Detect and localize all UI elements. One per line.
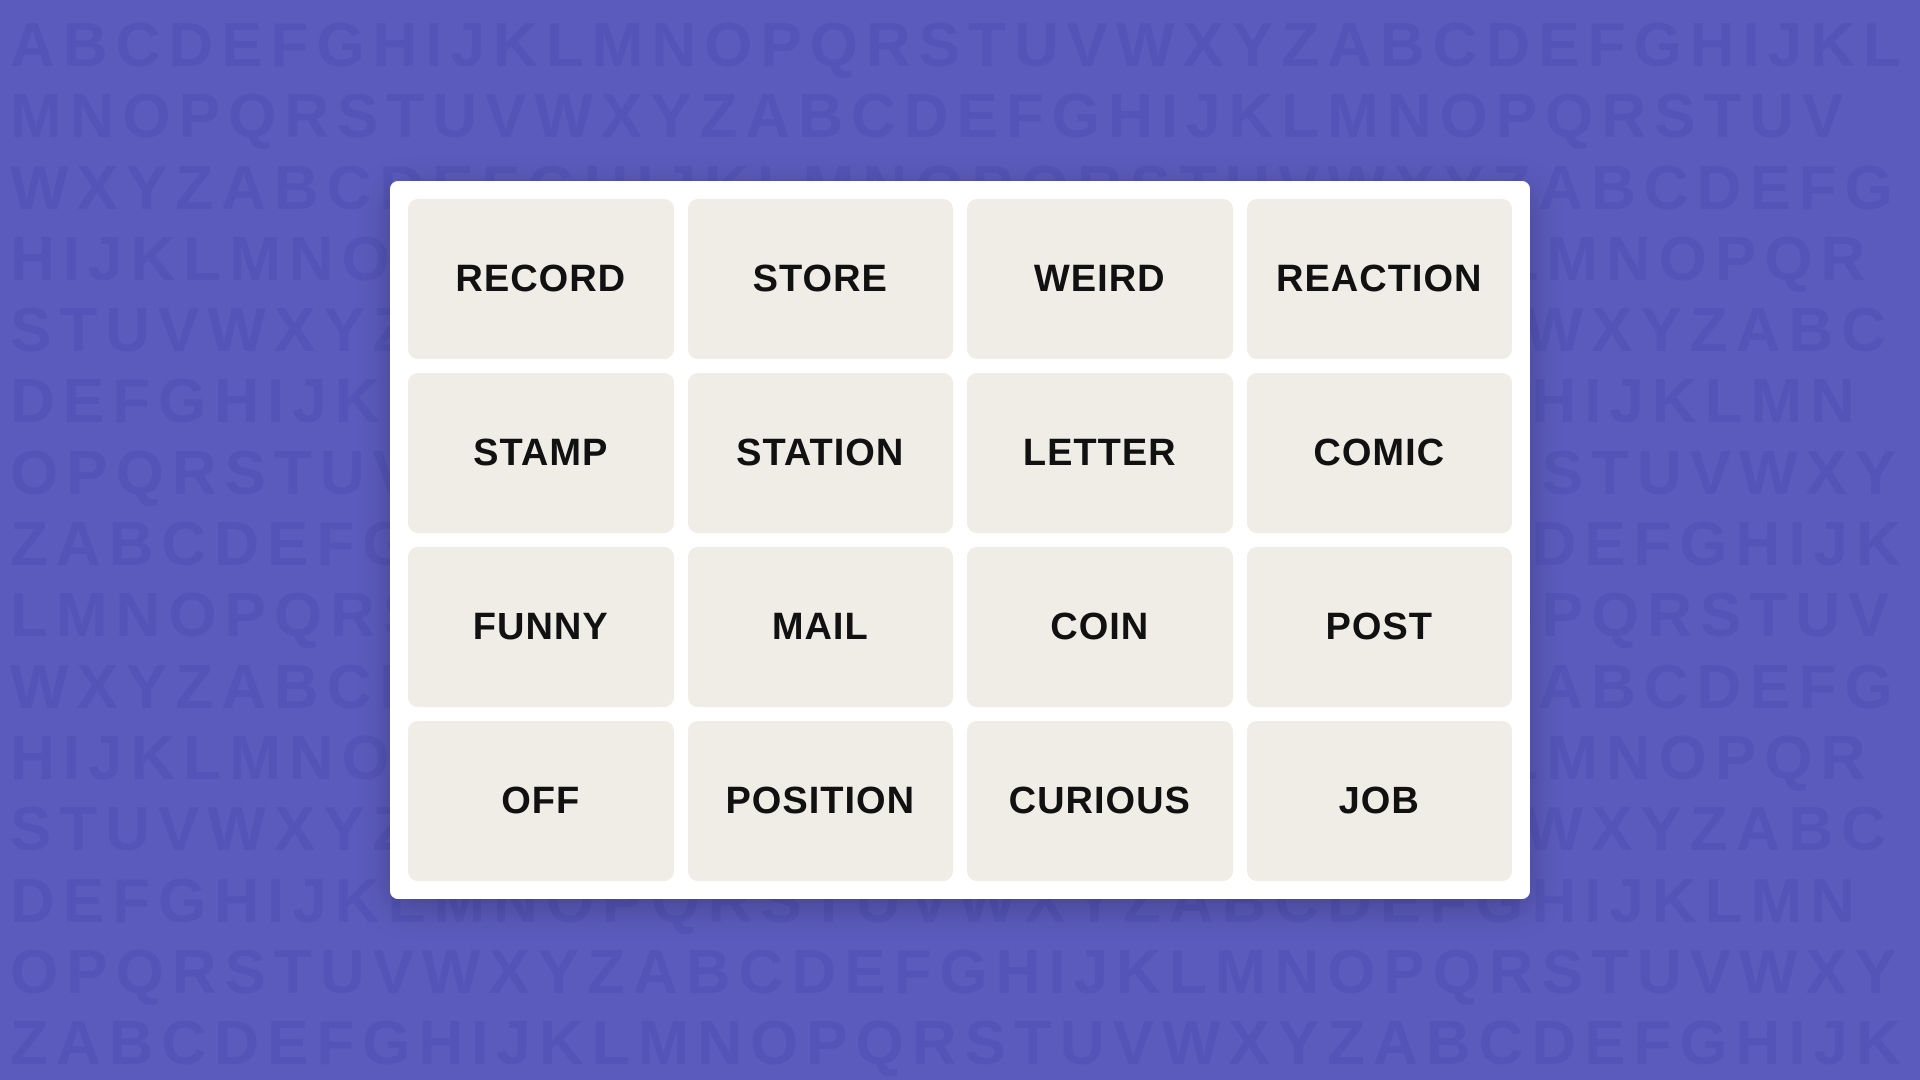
word-card-stamp[interactable]: STAMP [408, 373, 674, 533]
word-label-curious: CURIOUS [1009, 780, 1191, 823]
word-label-post: POST [1326, 606, 1433, 649]
word-card-post[interactable]: POST [1247, 547, 1513, 707]
word-label-reaction: REACTION [1276, 258, 1482, 301]
word-card-funny[interactable]: FUNNY [408, 547, 674, 707]
word-grid-container: RECORD STORE WEIRD REACTION STAMP STATION LETT… [390, 181, 1530, 899]
word-card-mail[interactable]: MAIL [688, 547, 954, 707]
word-label-record: RECORD [455, 258, 626, 301]
word-card-reaction[interactable]: REACTION [1247, 199, 1513, 359]
word-label-coin: COIN [1050, 606, 1149, 649]
word-label-job: JOB [1339, 780, 1420, 823]
word-grid: RECORD STORE WEIRD REACTION STAMP STATION LETT… [408, 199, 1512, 881]
word-label-letter: LETTER [1023, 432, 1177, 475]
word-card-job[interactable]: JOB [1247, 721, 1513, 881]
word-label-position: POSITION [725, 780, 915, 823]
word-card-store[interactable]: STORE [688, 199, 954, 359]
word-card-curious[interactable]: CURIOUS [967, 721, 1233, 881]
word-card-letter[interactable]: LETTER [967, 373, 1233, 533]
word-card-weird[interactable]: WEIRD [967, 199, 1233, 359]
word-label-stamp: STAMP [473, 432, 608, 475]
word-label-station: STATION [736, 432, 904, 475]
word-card-off[interactable]: OFF [408, 721, 674, 881]
word-card-record[interactable]: RECORD [408, 199, 674, 359]
word-card-position[interactable]: POSITION [688, 721, 954, 881]
word-label-store: STORE [753, 258, 888, 301]
word-card-coin[interactable]: COIN [967, 547, 1233, 707]
word-label-off: OFF [501, 780, 580, 823]
word-label-comic: COMIC [1313, 432, 1445, 475]
word-label-weird: WEIRD [1034, 258, 1166, 301]
word-label-mail: MAIL [772, 606, 869, 649]
word-label-funny: FUNNY [473, 606, 609, 649]
word-card-comic[interactable]: COMIC [1247, 373, 1513, 533]
word-card-station[interactable]: STATION [688, 373, 954, 533]
